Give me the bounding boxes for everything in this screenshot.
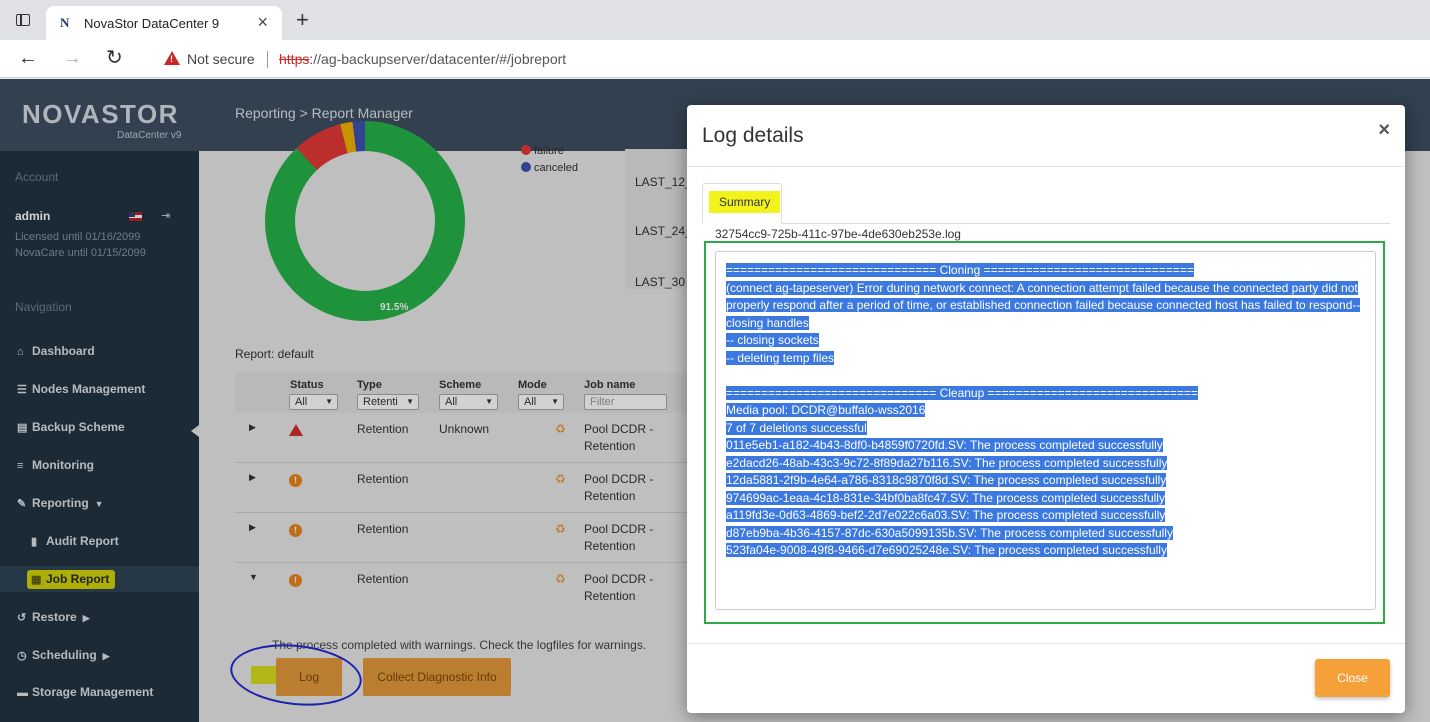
close-tab-icon[interactable]: ×	[257, 12, 268, 33]
tab-title: NovaStor DataCenter 9	[84, 16, 220, 31]
back-arrow-icon[interactable]: ←	[18, 48, 38, 68]
log-line: -- closing sockets	[726, 333, 819, 347]
modal-header-divider	[687, 166, 1405, 167]
omnibox-divider	[267, 51, 268, 68]
log-line: properly respond after a period of time,…	[726, 298, 1361, 312]
log-line: a119fd3e-0d63-4869-bef2-2d7e022c6a03.SV:…	[726, 508, 1166, 522]
log-line: 011e5eb1-a182-4b43-8df0-b4859f0720fd.SV:…	[726, 438, 1163, 452]
tab-strip-border	[702, 223, 1390, 224]
tab-summary-label: Summary	[709, 191, 781, 213]
address-bar: ← → ↻ ! Not secure https://ag-backupserv…	[0, 40, 1430, 78]
log-line: (connect ag-tapeserver) Error during net…	[726, 280, 1358, 295]
log-line: e2dacd26-48ab-43c3-9c72-8f89da27b116.SV:…	[726, 455, 1168, 470]
log-line: -- deleting temp files	[726, 350, 835, 365]
log-line: ============================== Cloning =…	[726, 263, 1194, 277]
log-line: Media pool: DCDR@buffalo-wss2016	[726, 403, 926, 417]
log-line: closing handles	[726, 315, 809, 330]
not-secure-warning-icon[interactable]: !	[164, 51, 180, 65]
forward-arrow-icon[interactable]: →	[62, 48, 82, 68]
modal-title: Log details	[702, 124, 804, 147]
log-content-panel[interactable]: ============================== Cloning =…	[715, 251, 1376, 610]
log-line: 523fa04e-9008-49f8-9466-d7e69025248e.SV:…	[726, 543, 1167, 557]
log-line: 12da5881-2f9b-4e64-a786-8318c9870f8d.SV:…	[726, 473, 1167, 487]
log-highlight-box: ============================== Cloning =…	[704, 241, 1385, 624]
window-menu-icon[interactable]	[16, 14, 30, 26]
reload-icon[interactable]: ↻	[106, 48, 123, 68]
modal-footer-divider	[687, 643, 1405, 644]
new-tab-icon[interactable]: +	[296, 9, 309, 31]
url-scheme: https	[279, 51, 310, 67]
log-line: d87eb9ba-4b36-4157-87dc-630a5099135b.SV:…	[726, 525, 1173, 540]
close-icon[interactable]: ×	[1378, 119, 1390, 142]
tab-summary[interactable]: Summary	[702, 183, 782, 224]
browser-tab[interactable]: N NovaStor DataCenter 9 ×	[46, 6, 282, 40]
url-path: ://ag-backupserver/datacenter/#/jobrepor…	[309, 51, 567, 67]
log-details-modal: Log details × Summary 32754cc9-725b-411c…	[687, 105, 1405, 713]
novastor-favicon-icon: N	[60, 15, 70, 30]
url-text[interactable]: https://ag-backupserver/datacenter/#/job…	[279, 51, 566, 67]
log-line: ============================== Cleanup =…	[726, 385, 1198, 400]
log-lines: ============================== Cloning =…	[726, 262, 1366, 560]
close-button[interactable]: Close	[1315, 659, 1390, 697]
browser-tab-bar: N NovaStor DataCenter 9 × +	[0, 0, 1430, 40]
security-label[interactable]: Not secure	[187, 51, 255, 67]
log-filename: 32754cc9-725b-411c-97be-4de630eb253e.log	[715, 227, 961, 241]
log-line: 974699ac-1eaa-4c18-831e-34bf0ba8fc47.SV:…	[726, 490, 1165, 505]
url-field[interactable]: ! Not secure https://ag-backupserver/dat…	[146, 44, 1430, 74]
log-line: 7 of 7 deletions successful	[726, 420, 867, 435]
